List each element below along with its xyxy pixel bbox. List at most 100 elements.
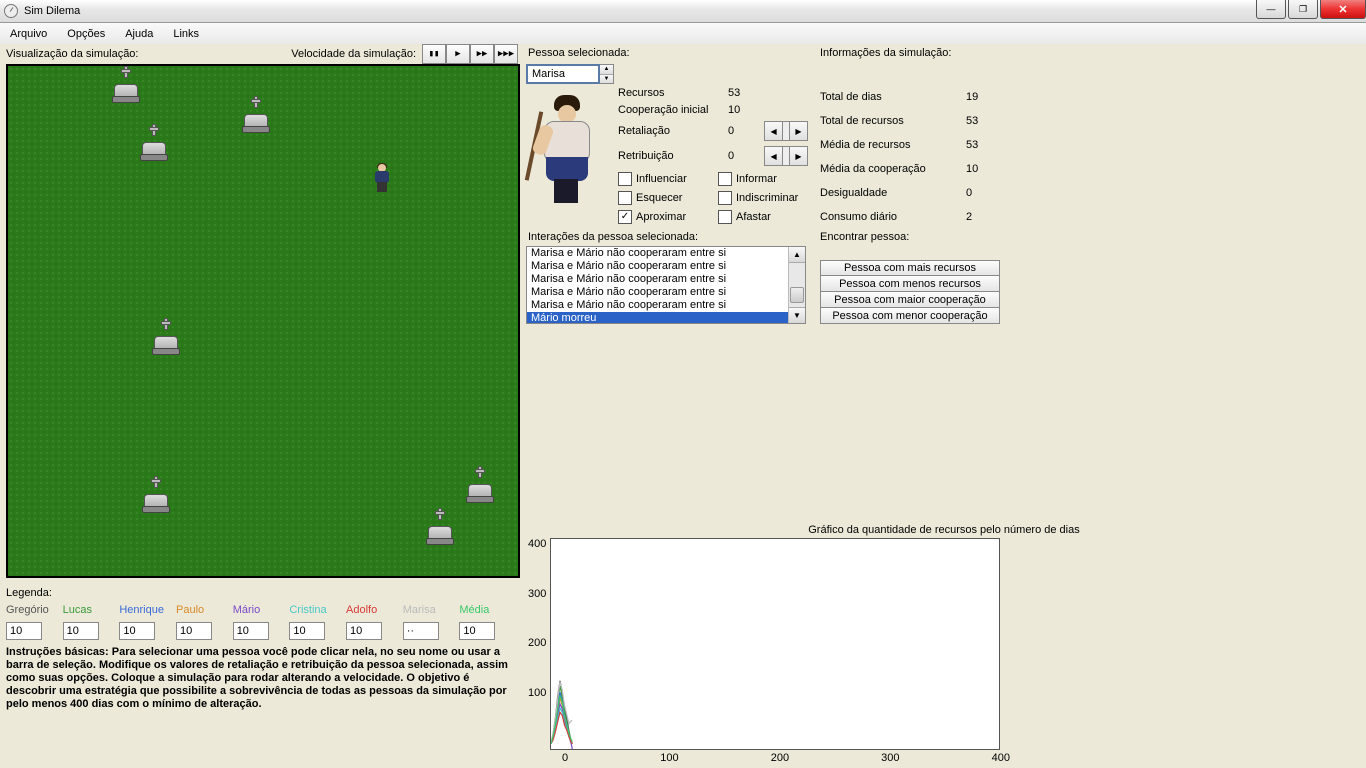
- chart-title: Gráfico da quantidade de recursos pelo n…: [528, 524, 1360, 536]
- tombstone-sprite: [142, 484, 168, 510]
- stat-retrib-value: 0: [728, 150, 764, 162]
- speed-pause-button[interactable]: ▮▮: [422, 44, 446, 64]
- tombstone-sprite: [152, 326, 178, 352]
- simulation-view[interactable]: [6, 64, 520, 578]
- info-mcoop-value: 10: [966, 163, 1002, 175]
- selected-person-avatar: [526, 91, 606, 211]
- stat-coop-value: 10: [728, 104, 764, 116]
- scroll-up-icon[interactable]: ▲: [789, 247, 805, 263]
- stat-recursos-label: Recursos: [618, 87, 728, 99]
- interactions-header: Interações da pessoa selecionada:: [522, 228, 814, 246]
- menu-ajuda[interactable]: Ajuda: [115, 23, 163, 45]
- chart-x-axis: 0100200300400: [562, 752, 1010, 764]
- info-cons-label: Consumo diário: [820, 211, 966, 223]
- retribuicao-stepper[interactable]: ◀▶: [764, 146, 808, 166]
- legend-name[interactable]: Média: [459, 604, 516, 616]
- interaction-line[interactable]: Marisa e Mário não cooperaram entre si: [527, 299, 805, 312]
- legend-value-input[interactable]: [403, 622, 439, 640]
- chevron-left-icon[interactable]: ◀: [764, 146, 783, 166]
- find-least-coop-button[interactable]: Pessoa com menor cooperação: [820, 308, 1000, 324]
- interaction-line[interactable]: Marisa e Mário não cooperaram entre si: [527, 247, 805, 260]
- checkbox-informar[interactable]: Informar: [718, 172, 818, 186]
- interactions-scrollbar[interactable]: ▲ ▼: [788, 247, 805, 323]
- legend-name[interactable]: Gregório: [6, 604, 63, 616]
- info-rec-label: Total de recursos: [820, 115, 966, 127]
- stat-recursos-value: 53: [728, 87, 764, 99]
- info-desig-value: 0: [966, 187, 1002, 199]
- find-most-resources-button[interactable]: Pessoa com mais recursos: [820, 260, 1000, 276]
- legend-value-input[interactable]: [63, 622, 99, 640]
- info-mcoop-label: Média da cooperação: [820, 163, 966, 175]
- info-mrec-label: Média de recursos: [820, 139, 966, 151]
- legend-value-input[interactable]: [176, 622, 212, 640]
- speed-play-button[interactable]: ▶: [446, 44, 470, 64]
- window-titlebar: Sim Dilema — ❐ ✕: [0, 0, 1366, 23]
- legend-value-input[interactable]: [233, 622, 269, 640]
- tombstone-sprite: [466, 474, 492, 500]
- checkbox-influenciar[interactable]: Influenciar: [618, 172, 718, 186]
- stat-coop-label: Cooperação inicial: [618, 104, 728, 116]
- stat-retal-label: Retaliação: [618, 125, 728, 137]
- scroll-down-icon[interactable]: ▼: [789, 307, 805, 323]
- speed-controls: ▮▮ ▶ ▶▶ ▶▶▶: [422, 44, 518, 64]
- tombstone-sprite: [242, 104, 268, 130]
- menu-opcoes[interactable]: Opções: [57, 23, 115, 45]
- legend-name[interactable]: Adolfo: [346, 604, 403, 616]
- interaction-line[interactable]: Marisa e Mário não cooperaram entre si: [527, 260, 805, 273]
- chart-plot-area: [550, 538, 1000, 750]
- maximize-button[interactable]: ❐: [1288, 0, 1318, 19]
- chevron-right-icon[interactable]: ▶: [789, 146, 808, 166]
- info-desig-label: Desigualdade: [820, 187, 966, 199]
- scroll-thumb[interactable]: [790, 287, 804, 303]
- person-sprite[interactable]: [370, 164, 394, 194]
- speed-fast-button[interactable]: ▶▶: [470, 44, 494, 64]
- info-rec-value: 53: [966, 115, 1002, 127]
- legend-value-input[interactable]: [289, 622, 325, 640]
- window-title: Sim Dilema: [24, 5, 80, 17]
- chevron-right-icon[interactable]: ▶: [789, 121, 808, 141]
- legend-value-input[interactable]: [6, 622, 42, 640]
- chevron-left-icon[interactable]: ◀: [764, 121, 783, 141]
- legend-name[interactable]: Henrique: [119, 604, 176, 616]
- stat-retrib-label: Retribuição: [618, 150, 728, 162]
- app-icon: [4, 4, 18, 18]
- checkbox-esquecer[interactable]: Esquecer: [618, 191, 718, 205]
- menu-links[interactable]: Links: [163, 23, 209, 45]
- legend-value-input[interactable]: [459, 622, 495, 640]
- legend-name[interactable]: Cristina: [289, 604, 346, 616]
- legend-label: Legenda:: [6, 584, 516, 602]
- instructions-text: Instruções básicas: Para selecionar uma …: [0, 642, 522, 715]
- sim-info-header: Informações da simulação:: [814, 44, 1366, 62]
- selected-name-input[interactable]: [526, 64, 600, 84]
- close-button[interactable]: ✕: [1320, 0, 1366, 19]
- minimize-button[interactable]: —: [1256, 0, 1286, 19]
- legend-value-input[interactable]: [346, 622, 382, 640]
- retaliacao-stepper[interactable]: ◀▶: [764, 121, 808, 141]
- tombstone-sprite: [140, 132, 166, 158]
- menu-arquivo[interactable]: Arquivo: [0, 23, 57, 45]
- legend-name[interactable]: Mário: [233, 604, 290, 616]
- info-dias-label: Total de dias: [820, 91, 966, 103]
- checkbox-aproximar[interactable]: ✓Aproximar: [618, 210, 718, 224]
- sim-speed-label: Velocidade da simulação:: [285, 45, 422, 63]
- speed-faster-button[interactable]: ▶▶▶: [494, 44, 518, 64]
- stat-retal-value: 0: [728, 125, 764, 137]
- interaction-line[interactable]: Marisa e Mário não cooperaram entre si: [527, 286, 805, 299]
- checkbox-indiscriminar[interactable]: Indiscriminar: [718, 191, 818, 205]
- interactions-listbox[interactable]: Marisa e Mário não cooperaram entre siMa…: [526, 246, 806, 324]
- legend-name[interactable]: Paulo: [176, 604, 233, 616]
- find-person-header: Encontrar pessoa:: [820, 228, 1360, 246]
- selected-person-header: Pessoa selecionada:: [522, 44, 814, 62]
- sim-view-label: Visualização da simulação:: [0, 45, 144, 63]
- find-least-resources-button[interactable]: Pessoa com menos recursos: [820, 276, 1000, 292]
- selected-name-spinner[interactable]: ▲▼: [600, 64, 614, 84]
- chart-y-axis: 400300200100: [528, 538, 550, 748]
- legend-value-input[interactable]: [119, 622, 155, 640]
- interaction-line[interactable]: Marisa e Mário não cooperaram entre si: [527, 273, 805, 286]
- interaction-line[interactable]: Mário morreu: [527, 312, 805, 324]
- legend-name[interactable]: Marisa: [403, 604, 460, 616]
- find-most-coop-button[interactable]: Pessoa com maior cooperação: [820, 292, 1000, 308]
- info-dias-value: 19: [966, 91, 1002, 103]
- legend-name[interactable]: Lucas: [63, 604, 120, 616]
- checkbox-afastar[interactable]: Afastar: [718, 210, 818, 224]
